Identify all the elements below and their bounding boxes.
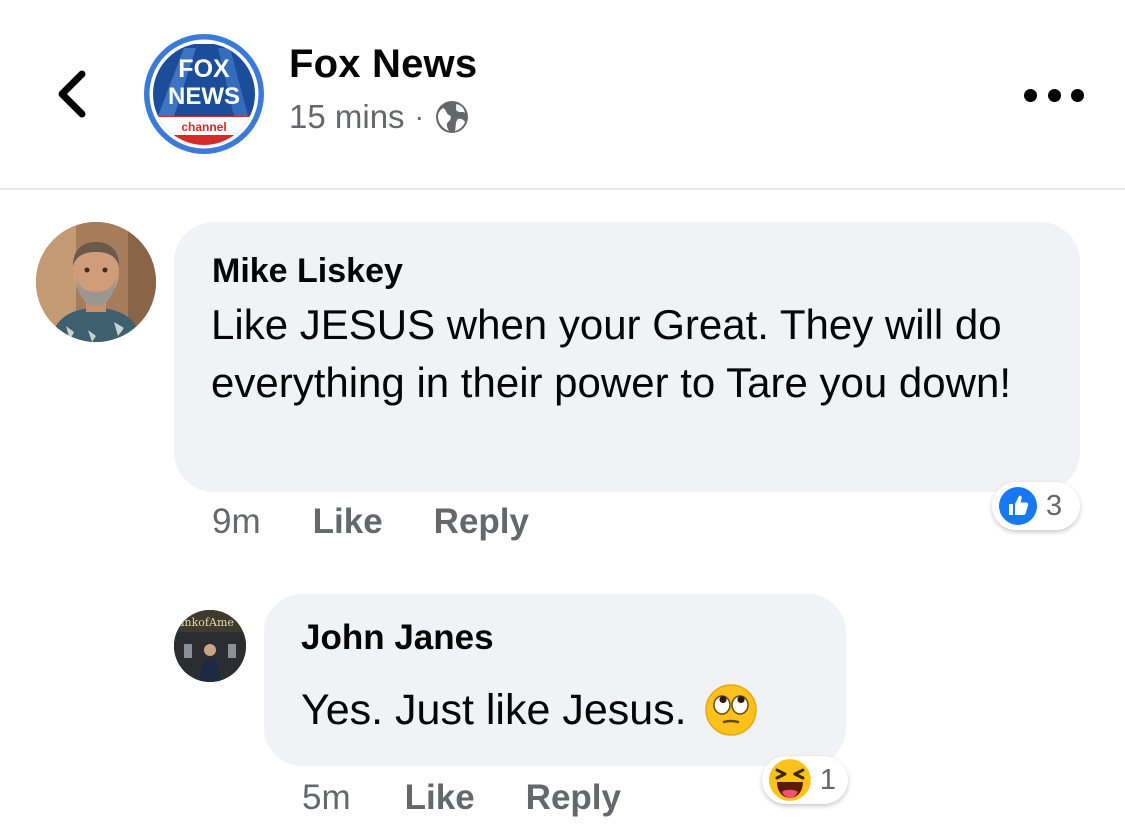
reply-bubble[interactable]: John Janes Yes. Just like Jesus. xyxy=(264,594,846,766)
comment-author[interactable]: Mike Liskey xyxy=(212,252,403,291)
globe-icon xyxy=(435,101,468,133)
fox-news-logo: FOX NEWS channel xyxy=(144,34,264,154)
fox-news-logo-avatar[interactable]: FOX NEWS channel xyxy=(144,34,264,154)
post-meta: 15 mins · xyxy=(289,98,470,136)
more-dot xyxy=(1071,88,1084,102)
comment-author[interactable]: John Janes xyxy=(301,618,494,658)
eye-roll-emoji-icon xyxy=(704,684,757,736)
reaction-count: 1 xyxy=(819,763,836,796)
reply-button[interactable]: Reply xyxy=(434,502,529,542)
profile-photo: ankofAme xyxy=(174,610,246,682)
reaction-count: 3 xyxy=(1046,489,1063,522)
comment-text-row: Yes. Just like Jesus. xyxy=(301,684,757,736)
post-time[interactable]: 15 mins xyxy=(289,98,405,136)
svg-text:channel: channel xyxy=(181,120,226,134)
svg-text:FOX: FOX xyxy=(178,55,230,83)
meta-separator: · xyxy=(414,101,424,132)
reaction-summary[interactable]: 1 xyxy=(762,756,848,804)
more-options-button[interactable] xyxy=(1024,80,1084,110)
haha-reaction-icon xyxy=(768,759,811,801)
chevron-left-icon xyxy=(58,70,86,118)
comment-thread-screen: FOX NEWS channel Fox News 15 mins · Mike… xyxy=(0,0,1125,832)
comment-text: Yes. Just like Jesus. xyxy=(301,685,687,734)
back-button[interactable] xyxy=(44,62,100,126)
like-button[interactable]: Like xyxy=(313,502,383,542)
like-reaction-icon xyxy=(999,487,1037,525)
svg-text:ankofAme: ankofAme xyxy=(178,616,234,629)
comment-text: Like JESUS when your Great. They will do… xyxy=(211,301,1012,406)
svg-text:NEWS: NEWS xyxy=(168,83,240,110)
commenter-avatar-john[interactable]: ankofAme xyxy=(174,610,246,682)
reply-actions: 5m Like Reply xyxy=(302,778,621,818)
comment-bubble[interactable]: Mike Liskey Like JESUS when your Great. … xyxy=(174,222,1080,492)
like-button[interactable]: Like xyxy=(405,778,475,818)
more-dot xyxy=(1024,88,1037,102)
reaction-summary[interactable]: 3 xyxy=(992,482,1080,530)
page-name[interactable]: Fox News xyxy=(289,42,477,87)
comment-time[interactable]: 5m xyxy=(302,778,351,818)
commenter-avatar-mike[interactable] xyxy=(36,222,156,342)
post-header: FOX NEWS channel Fox News 15 mins · xyxy=(0,0,1125,190)
more-dot xyxy=(1047,88,1061,102)
profile-photo xyxy=(36,222,156,342)
comment-time[interactable]: 9m xyxy=(212,502,261,542)
reply-button[interactable]: Reply xyxy=(526,778,621,818)
comment-actions: 9m Like Reply xyxy=(212,502,529,542)
